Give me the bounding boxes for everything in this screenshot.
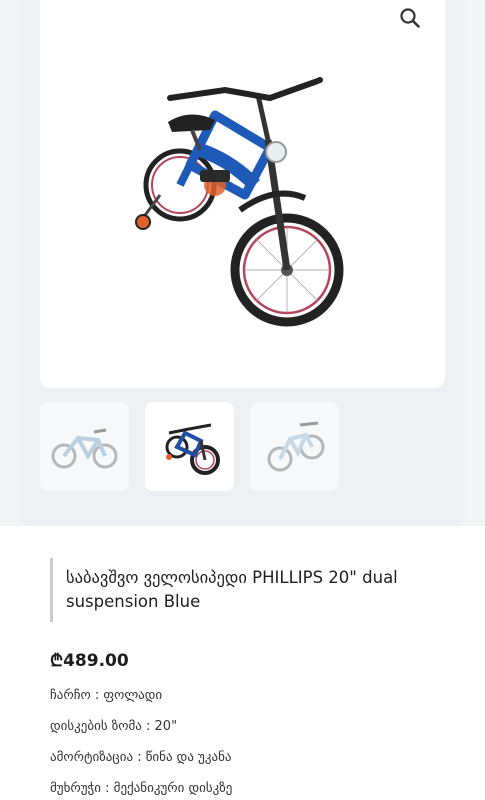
spec-wheel-size: დისკების ზომა : 20" xyxy=(50,719,178,734)
spec-brake: მუხრუჭი : მექანიკური დისკზე xyxy=(50,781,233,796)
bicycle-thumb-icon xyxy=(51,428,117,468)
bicycle-thumb-icon xyxy=(267,421,324,471)
bicycle-image xyxy=(135,77,344,327)
zoom-button[interactable] xyxy=(396,4,424,32)
main-product-image[interactable] xyxy=(40,0,445,388)
product-title-block: საბავშვო ველოსიპედი PHILLIPS 20" dual su… xyxy=(50,558,450,622)
bicycle-thumb-icon xyxy=(165,423,220,475)
spec-suspension: ამორტიზაცია : წინა და უკანა xyxy=(50,750,232,765)
magnifier-icon xyxy=(400,8,420,28)
thumbnail-dark-blue-bike[interactable] xyxy=(145,402,234,491)
thumbnail-light-blue-bike[interactable] xyxy=(40,402,129,491)
product-title: საბავშვო ველოსიპედი PHILLIPS 20" dual su… xyxy=(66,568,398,611)
spec-list: ჩარჩო : ფოლადი დისკების ზომა : 20" ამორტ… xyxy=(50,686,232,800)
thumbnail-silver-blue-bike[interactable] xyxy=(250,402,339,491)
product-details: საბავშვო ველოსიპედი PHILLIPS 20" dual su… xyxy=(0,526,485,800)
spec-frame: ჩარჩო : ფოლადი xyxy=(50,688,163,703)
thumbnail-strip xyxy=(40,402,339,491)
product-price: ₾489.00 xyxy=(50,651,129,671)
